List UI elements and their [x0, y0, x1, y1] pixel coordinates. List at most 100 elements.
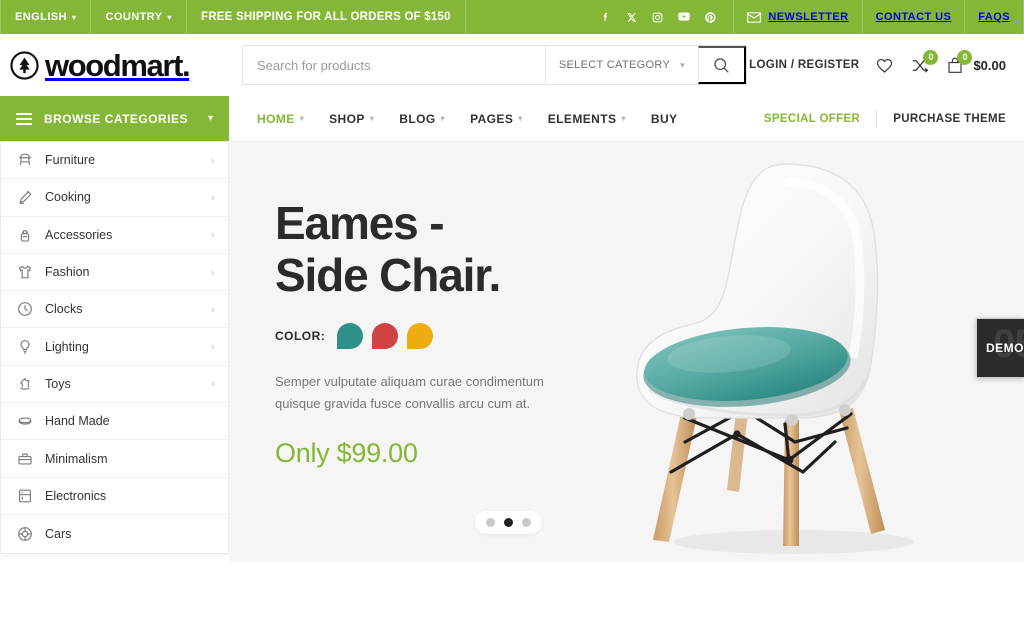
search-category-label: SELECT CATEGORY [558, 59, 671, 71]
cart-icon-wrap[interactable]: 0 [946, 49, 973, 75]
country-selector[interactable]: COUNTRY ▾ [91, 0, 187, 34]
nav-label: BLOG [399, 111, 436, 126]
search-input[interactable] [243, 46, 545, 84]
compare-button[interactable]: 0 [910, 49, 939, 75]
wheel-icon [15, 524, 34, 543]
color-label: COLOR: [275, 329, 326, 344]
chevron-down-icon: ▾ [167, 12, 172, 22]
category-label: Hand Made [45, 414, 110, 429]
purchase-theme-link[interactable]: PURCHASE THEME [877, 113, 1006, 125]
pinterest-icon[interactable] [704, 11, 717, 24]
chevron-right-icon: › [210, 377, 215, 391]
hero-content: Eames - Side Chair. COLOR: Semper vulput… [275, 197, 575, 469]
nav-item-shop[interactable]: SHOP ▾ [318, 112, 385, 126]
chevron-down-icon: ▾ [71, 12, 77, 22]
nav-label: PAGES [470, 111, 514, 126]
cart-button[interactable]: 0 $0.00 [946, 49, 1006, 75]
category-label: Fashion [45, 265, 90, 280]
category-item-accessories[interactable]: Accessories › [1, 217, 228, 254]
wishlist-button[interactable] [875, 56, 894, 75]
special-offer-link[interactable]: SPECIAL OFFER [748, 113, 876, 125]
chevron-right-icon: › [210, 153, 215, 167]
cart-count-badge: 0 [957, 49, 973, 65]
color-swatch-yellow[interactable] [407, 323, 434, 350]
chevron-down-icon: ▾ [680, 59, 685, 70]
nav-label: SHOP [329, 111, 365, 126]
chevron-right-icon: › [210, 228, 215, 242]
cart-total-amount: $0.00 [973, 57, 1006, 73]
nav-item-blog[interactable]: BLOG ▾ [388, 112, 456, 126]
category-label: Minimalism [45, 451, 108, 466]
newsletter-label: NEWSLETTER [768, 11, 849, 23]
perfume-icon [15, 225, 34, 244]
language-selector[interactable]: ENGLISH ▾ [0, 0, 92, 34]
category-item-cars[interactable]: Cars [1, 515, 228, 552]
demos-label: DEMOS [986, 341, 1024, 355]
hero-description: Semper vulputate aliquam curae condiment… [275, 374, 544, 412]
youtube-icon[interactable] [677, 10, 691, 24]
faqs-link[interactable]: FAQS [965, 0, 1024, 34]
instagram-icon[interactable] [651, 11, 664, 24]
demos-side-tab[interactable]: 05 DEMOS [976, 318, 1024, 378]
newsletter-link[interactable]: NEWSLETTER [734, 0, 863, 34]
clock-icon [15, 300, 34, 319]
chevron-right-icon: › [210, 265, 215, 279]
category-item-cooking[interactable]: Cooking › [1, 179, 228, 217]
category-label: Furniture [45, 153, 96, 168]
nav-item-home[interactable]: HOME ▾ [246, 112, 315, 126]
appliance-icon [15, 486, 34, 505]
contact-us-link[interactable]: CONTACT US [863, 0, 966, 34]
hero-price: Only $99.00 [275, 437, 418, 468]
category-item-lighting[interactable]: Lighting › [1, 328, 228, 366]
slider-pagination [475, 511, 542, 534]
category-item-electronics[interactable]: Electronics [1, 478, 228, 515]
x-twitter-icon[interactable] [625, 11, 638, 24]
category-label: Clocks [45, 302, 83, 317]
nav-item-pages[interactable]: PAGES ▾ [459, 112, 534, 126]
chevron-right-icon: › [210, 190, 215, 204]
site-logo[interactable]: woodmart. [10, 50, 222, 81]
chevron-down-icon: ▾ [440, 114, 446, 123]
color-swatch-red[interactable] [372, 323, 399, 350]
product-search-box: SELECT CATEGORY ▾ [242, 45, 747, 85]
language-label: ENGLISH [15, 11, 67, 23]
category-item-clocks[interactable]: Clocks › [1, 291, 228, 329]
category-item-hand-made[interactable]: Hand Made [1, 403, 228, 441]
color-swatch-teal[interactable] [337, 323, 364, 350]
nav-label: BUY [650, 111, 678, 126]
search-category-dropdown[interactable]: SELECT CATEGORY ▾ [544, 46, 698, 84]
search-submit-button[interactable] [698, 46, 746, 84]
category-label: Lighting [45, 339, 89, 354]
chevron-right-icon: › [210, 302, 215, 316]
country-label: COUNTRY [105, 11, 163, 23]
slider-dot-1[interactable] [486, 518, 495, 527]
category-item-toys[interactable]: Toys › [1, 366, 228, 404]
slider-dot-2[interactable] [504, 518, 513, 527]
site-header: woodmart. SELECT CATEGORY ▾ LOGIN / REGI… [0, 34, 1024, 96]
briefcase-icon [15, 449, 34, 468]
category-label: Accessories [45, 227, 113, 242]
login-register-link[interactable]: LOGIN / REGISTER [749, 59, 859, 71]
header-actions: LOGIN / REGISTER 0 0 $0.00 [749, 49, 1006, 75]
nav-label: HOME [257, 111, 295, 126]
category-item-minimalism[interactable]: Minimalism [1, 440, 228, 478]
hamburger-menu-icon [16, 112, 32, 125]
slider-dot-3[interactable] [522, 518, 531, 527]
category-item-furniture[interactable]: Furniture › [1, 142, 228, 180]
contact-us-label: CONTACT US [875, 11, 952, 23]
nav-item-buy[interactable]: BUY [640, 112, 689, 126]
nav-right-actions: SPECIAL OFFER PURCHASE THEME [748, 96, 1024, 141]
brush-icon [15, 188, 34, 207]
category-item-fashion[interactable]: Fashion › [1, 254, 228, 292]
chevron-down-icon: ▾ [299, 114, 305, 123]
browse-categories-button[interactable]: BROWSE CATEGORIES ▾ [0, 96, 229, 141]
chevron-down-icon: ▾ [207, 113, 213, 124]
facebook-icon[interactable] [599, 11, 612, 24]
chevron-right-icon: › [210, 340, 215, 354]
product-image-eames-chair [636, 163, 914, 554]
stool-icon [15, 151, 34, 170]
category-sidebar: Furniture › Cooking › Accessories › Fash… [0, 142, 229, 554]
logo-text: woodmart. [45, 47, 191, 83]
woodmart-tree-logo-icon [10, 50, 39, 80]
nav-item-elements[interactable]: ELEMENTS ▾ [537, 112, 637, 126]
